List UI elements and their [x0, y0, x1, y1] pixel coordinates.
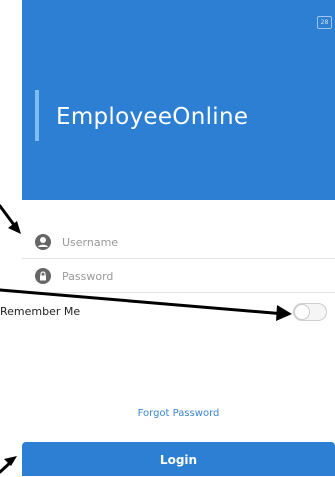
user-icon	[35, 234, 51, 250]
password-row	[22, 260, 335, 293]
username-input[interactable]	[60, 230, 324, 254]
login-button[interactable]: Login	[22, 442, 335, 476]
brand-accent-bar	[35, 90, 39, 141]
username-row	[22, 226, 335, 259]
remember-me-row: Remember Me	[0, 297, 335, 329]
remember-me-label: Remember Me	[0, 305, 81, 318]
counter-badge: 28	[317, 16, 332, 29]
app-title: EmployeeOnline	[56, 104, 249, 130]
app-header: 28 EmployeeOnline	[22, 0, 335, 200]
lock-icon	[35, 268, 51, 284]
toggle-knob	[294, 304, 310, 320]
forgot-password-link[interactable]: Forgot Password	[22, 408, 335, 419]
password-input[interactable]	[60, 264, 324, 288]
remember-me-toggle[interactable]	[293, 303, 327, 321]
